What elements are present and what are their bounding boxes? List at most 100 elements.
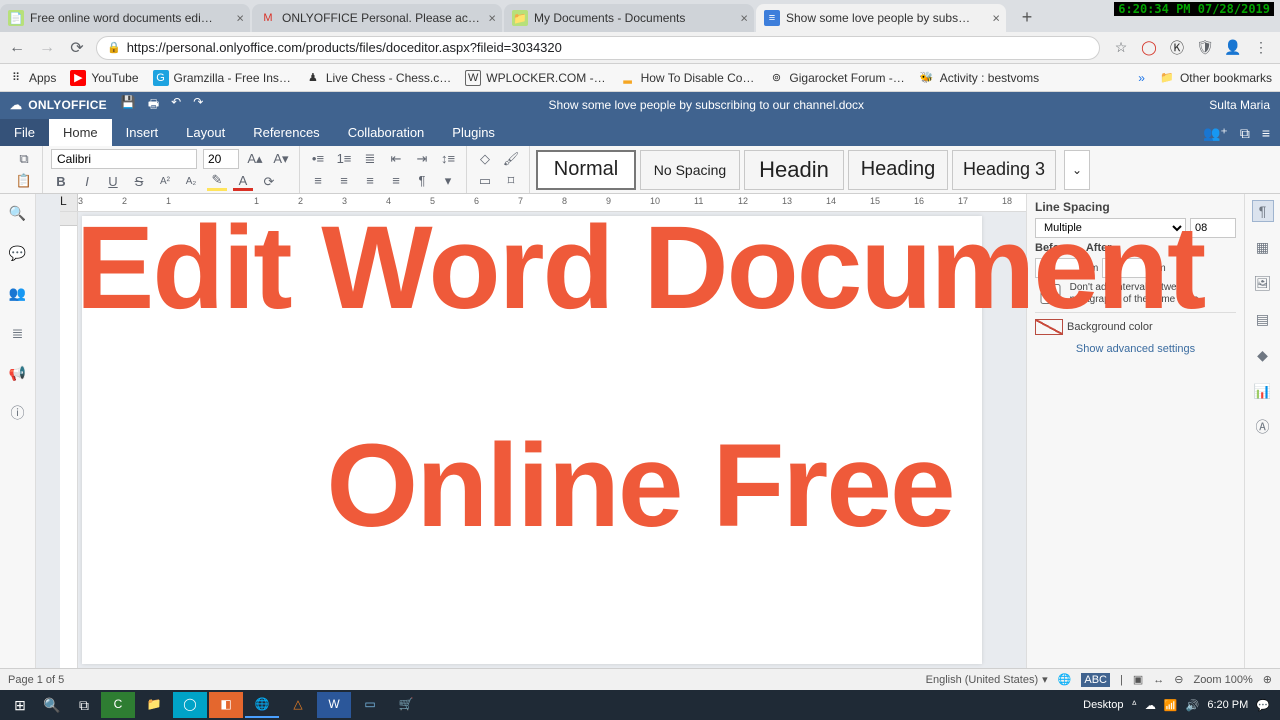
taskbar-app[interactable]: ◯ <box>173 692 207 718</box>
taskbar-app[interactable]: W <box>317 692 351 718</box>
linespacing-button[interactable]: ↕≡ <box>438 150 458 168</box>
textart-tab-icon[interactable]: Ⓐ <box>1252 416 1274 438</box>
taskbar-app[interactable]: ▭ <box>353 692 387 718</box>
menu-collaboration[interactable]: Collaboration <box>334 119 439 146</box>
address-bar[interactable]: 🔒 https://personal.onlyoffice.com/produc… <box>96 36 1100 60</box>
font-size-select[interactable] <box>203 149 239 169</box>
grow-font-icon[interactable]: А▴ <box>245 150 265 168</box>
line-spacing-mode[interactable]: Multiple <box>1035 218 1186 238</box>
document-area[interactable]: L 321123456789101112131415161718 <box>36 194 1026 668</box>
tray-cloud-icon[interactable]: ☁ <box>1145 699 1156 712</box>
style-more-button[interactable]: ⌄ <box>1064 150 1090 190</box>
style-heading1[interactable]: Headin <box>744 150 844 190</box>
undo-icon[interactable]: ↶ <box>171 95 181 116</box>
same-style-checkbox[interactable] <box>1035 284 1066 304</box>
open-location-icon[interactable]: ⧉ <box>1240 125 1250 142</box>
before-value[interactable] <box>1035 258 1081 278</box>
other-bookmarks[interactable]: 📁Other bookmarks <box>1159 70 1272 86</box>
ext-icon[interactable]: 🛡 <box>1196 39 1214 57</box>
language-selector[interactable]: English (United States) ▾ <box>926 673 1048 686</box>
menu-references[interactable]: References <box>239 119 333 146</box>
star-icon[interactable]: ☆ <box>1112 39 1130 57</box>
line-spacing-value[interactable] <box>1190 218 1236 238</box>
document-page[interactable] <box>82 216 982 664</box>
shrink-font-icon[interactable]: А▾ <box>271 150 291 168</box>
spellcheck-icon[interactable]: 🌐 <box>1058 673 1072 686</box>
tracking-icon[interactable]: ABC <box>1081 673 1110 687</box>
underline-button[interactable]: U <box>103 173 123 191</box>
style-heading3[interactable]: Heading 3 <box>952 150 1056 190</box>
font-select[interactable] <box>51 149 197 169</box>
menu-plugins[interactable]: Plugins <box>438 119 509 146</box>
indent-inc-button[interactable]: ⇥ <box>412 150 432 168</box>
highlight-button[interactable]: ✎ <box>207 173 227 191</box>
strike-button[interactable]: S <box>129 173 149 191</box>
align-left-button[interactable]: ≡ <box>308 172 328 190</box>
chrome-menu-icon[interactable]: ⋮ <box>1252 39 1270 57</box>
font-color-button[interactable]: A <box>233 173 253 191</box>
paste-icon[interactable]: 📋 <box>14 172 34 190</box>
numbering-button[interactable]: 1≡ <box>334 150 354 168</box>
style-normal[interactable]: Normal <box>536 150 636 190</box>
bookmark-apps[interactable]: ⠿Apps <box>8 70 56 86</box>
table-tab-icon[interactable]: ▦ <box>1252 236 1274 258</box>
bookmark-item[interactable]: 🐝Activity : bestvoms <box>919 70 1039 86</box>
image-tab-icon[interactable]: 🖼 <box>1252 272 1274 294</box>
close-icon[interactable]: × <box>236 11 244 26</box>
fit-width-icon[interactable]: ↔ <box>1153 674 1164 686</box>
tray-notifications-icon[interactable]: 💬 <box>1256 699 1270 712</box>
tray-chevron-icon[interactable]: ᐞ <box>1131 700 1136 711</box>
ext-icon[interactable]: Ⓚ <box>1168 39 1186 57</box>
style-nospacing[interactable]: No Spacing <box>640 150 740 190</box>
fit-page-icon[interactable]: ▣ <box>1133 673 1143 686</box>
tray-wifi-icon[interactable]: 📶 <box>1164 699 1178 712</box>
save-icon[interactable]: 💾 <box>121 95 136 116</box>
reload-button[interactable]: ⟳ <box>66 37 88 59</box>
chart-tab-icon[interactable]: 📊 <box>1252 380 1274 402</box>
subscript-button[interactable]: A₂ <box>181 173 201 191</box>
bookmarks-overflow[interactable]: » <box>1138 71 1145 85</box>
bookmark-item[interactable]: WWPLOCKER.COM -… <box>465 70 605 86</box>
align-center-button[interactable]: ≡ <box>334 172 354 190</box>
zoom-label[interactable]: Zoom 100% <box>1193 674 1252 686</box>
copy-style-button[interactable]: 🖌 <box>501 150 521 168</box>
shading-button[interactable]: ▾ <box>438 172 458 190</box>
indent-dec-button[interactable]: ⇤ <box>386 150 406 168</box>
bookmark-item[interactable]: ⊚Gigarocket Forum -… <box>768 70 904 86</box>
search-icon[interactable]: 🔍 <box>7 202 29 224</box>
view-settings-icon[interactable]: ≡ <box>1262 125 1270 142</box>
taskbar-app[interactable]: C <box>101 692 135 718</box>
zoom-out-button[interactable]: ⊖ <box>1174 673 1183 686</box>
redo-icon[interactable]: ↷ <box>193 95 203 116</box>
bookmark-item[interactable]: ▂How To Disable Co… <box>620 70 755 86</box>
taskview-button[interactable]: ⧉ <box>68 690 100 720</box>
bookmark-item[interactable]: GGramzilla - Free Ins… <box>153 70 291 86</box>
feedback-icon[interactable]: 📢 <box>7 362 29 384</box>
navigation-icon[interactable]: ≣ <box>7 322 29 344</box>
taskbar-app[interactable]: 🛒 <box>389 692 423 718</box>
bookmark-item[interactable]: ♟Live Chess - Chess.c… <box>305 70 451 86</box>
menu-insert[interactable]: Insert <box>112 119 173 146</box>
bgcolor-swatch[interactable] <box>1035 319 1063 335</box>
tray-clock[interactable]: 6:20 PM <box>1207 699 1248 711</box>
menu-home[interactable]: Home <box>49 119 112 146</box>
browser-tab-3[interactable]: ≡ Show some love people by subs… × <box>756 4 1006 32</box>
close-icon[interactable]: × <box>740 11 748 26</box>
select-all-button[interactable]: ▭ <box>475 172 495 190</box>
menu-file[interactable]: File <box>0 119 49 146</box>
change-case-button[interactable]: ⟳ <box>259 173 279 191</box>
paragraph-mark-button[interactable]: ¶ <box>412 172 432 190</box>
align-justify-button[interactable]: ≡ <box>386 172 406 190</box>
superscript-button[interactable]: A² <box>155 173 175 191</box>
user-name[interactable]: Sulta Maria <box>1209 98 1270 112</box>
zoom-in-button[interactable]: ⊕ <box>1263 673 1272 686</box>
taskbar-app[interactable]: ◧ <box>209 692 243 718</box>
browser-tab-0[interactable]: 📄 Free online word documents edi… × <box>0 4 250 32</box>
about-icon[interactable]: ⓘ <box>7 402 29 424</box>
clear-style-button[interactable]: ◇ <box>475 150 495 168</box>
vertical-ruler[interactable] <box>60 212 78 668</box>
taskbar-app[interactable]: 📁 <box>137 692 171 718</box>
page-indicator[interactable]: Page 1 of 5 <box>8 674 64 686</box>
shape-tab-icon[interactable]: ◆ <box>1252 344 1274 366</box>
desktop-label[interactable]: Desktop <box>1083 699 1123 711</box>
